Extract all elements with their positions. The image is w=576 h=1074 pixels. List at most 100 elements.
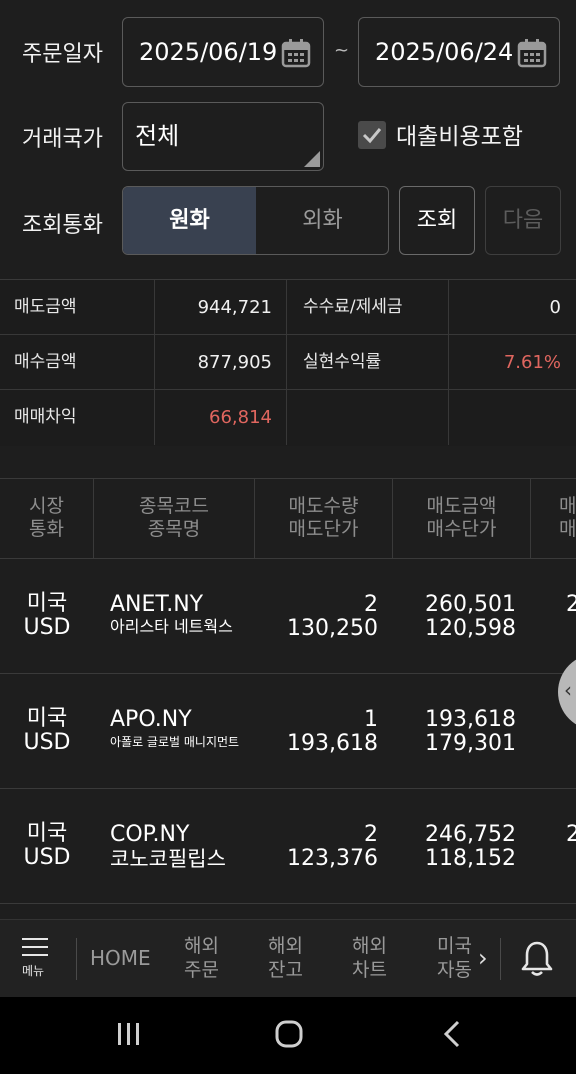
sell-amount: 193,618 bbox=[425, 707, 516, 732]
search-button[interactable]: 조회 bbox=[399, 186, 475, 255]
column-header-code[interactable]: 종목코드 종목명 bbox=[94, 479, 255, 558]
nav-divider bbox=[76, 938, 77, 980]
summary-label: 매도금액 bbox=[0, 280, 155, 335]
currency-option-foreign[interactable]: 외화 bbox=[256, 187, 388, 254]
chevron-left-icon: ‹ bbox=[564, 678, 572, 702]
summary-table: 매도금액 944,721 수수료/제세금 0 매수금액 877,905 실현수익… bbox=[0, 279, 576, 446]
stock-code: ANET.NY bbox=[110, 592, 204, 617]
code-cell: ANET.NY 아리스타 네트웍스 bbox=[110, 593, 270, 637]
summary-value: 944,721 bbox=[155, 280, 287, 335]
column-header-sell-amount[interactable]: 매도금액 매수단가 bbox=[393, 479, 531, 558]
sell-qty: 2 bbox=[364, 592, 378, 617]
amount-cell: 193,618 179,301 bbox=[392, 708, 516, 756]
buy-price: 179,301 bbox=[425, 731, 516, 756]
nav-item-us-auto[interactable]: 미국 자동 bbox=[437, 934, 472, 982]
code-cell: APO.NY 아폴로 글로벌 매니지먼트 bbox=[110, 708, 270, 752]
header-line: 매도수량 bbox=[288, 495, 359, 517]
chevron-right-icon[interactable]: › bbox=[478, 944, 488, 972]
code-cell: COP.NY 코노코필립스 bbox=[110, 822, 270, 872]
stock-name: 코노코필립스 bbox=[110, 847, 226, 871]
home-circle-icon[interactable] bbox=[274, 1019, 304, 1049]
column-header-sell-qty[interactable]: 매도수량 매도단가 bbox=[255, 479, 393, 558]
bell-icon[interactable] bbox=[520, 940, 554, 978]
calendar-icon[interactable] bbox=[281, 38, 311, 68]
menu-button[interactable]: 메뉴 bbox=[22, 938, 56, 984]
table-row[interactable]: 미국 USD APO.NY 아폴로 글로벌 매니지먼트 1 193,618 19… bbox=[0, 674, 576, 789]
stock-code: COP.NY bbox=[110, 822, 190, 847]
nav-item-overseas-chart[interactable]: 해외 차트 bbox=[352, 934, 387, 982]
header-line: 매 bbox=[559, 518, 576, 540]
nav-item-overseas-balance[interactable]: 해외 잔고 bbox=[268, 934, 303, 982]
loan-include-checkbox[interactable] bbox=[358, 121, 386, 149]
amount-cell: 260,501 120,598 bbox=[392, 593, 516, 641]
nav-item-label: 해외 bbox=[184, 935, 219, 957]
sell-qty: 2 bbox=[364, 822, 378, 847]
system-nav-bar bbox=[0, 997, 576, 1074]
date-range-separator: ~ bbox=[334, 40, 350, 61]
table-row[interactable]: 미국 USD COP.NY 코노코필립스 2 123,376 246,752 1… bbox=[0, 789, 576, 904]
nav-item-overseas-order[interactable]: 해외 주문 bbox=[184, 934, 219, 982]
date-to-field[interactable]: 2025/06/24 bbox=[358, 17, 560, 87]
header-line: 통화 bbox=[29, 518, 64, 540]
market-cell: 미국 USD bbox=[0, 822, 94, 870]
trade-country-select[interactable]: 전체 bbox=[122, 102, 324, 171]
currency-option-krw[interactable]: 원화 bbox=[123, 187, 256, 254]
header-line: 매도금액 bbox=[426, 495, 497, 517]
resize-corner-icon bbox=[304, 151, 320, 167]
summary-row: 매도금액 944,721 수수료/제세금 0 bbox=[0, 280, 576, 335]
nav-item-label: 해외 bbox=[268, 935, 303, 957]
header-line: 종목코드 bbox=[139, 495, 209, 517]
nav-item-label: 해외 bbox=[352, 935, 387, 957]
summary-value bbox=[449, 390, 576, 445]
nav-item-label: 주문 bbox=[184, 959, 219, 981]
column-header-market[interactable]: 시장 통화 bbox=[0, 479, 94, 558]
calendar-icon[interactable] bbox=[517, 38, 547, 68]
next-button[interactable]: 다음 bbox=[485, 186, 561, 255]
header-line: 매 bbox=[559, 495, 576, 517]
date-from-value: 2025/06/19 bbox=[139, 38, 278, 66]
qty-cell: 2 130,250 bbox=[260, 593, 378, 641]
summary-label bbox=[287, 390, 449, 445]
market-cell: 미국 USD bbox=[0, 592, 94, 640]
buy-price: 118,152 bbox=[425, 846, 516, 871]
check-icon bbox=[362, 128, 382, 144]
date-from-field[interactable]: 2025/06/19 bbox=[122, 17, 324, 87]
summary-row: 매수금액 877,905 실현수익률 7.61% bbox=[0, 335, 576, 390]
column-header-more[interactable]: 매 매 bbox=[559, 479, 576, 558]
trade-table-body: 미국 USD ANET.NY 아리스타 네트웍스 2 130,250 260,5… bbox=[0, 559, 576, 919]
recent-apps-icon[interactable] bbox=[114, 1019, 144, 1049]
more-cell: 2 bbox=[566, 592, 576, 617]
hamburger-menu-icon bbox=[22, 938, 48, 940]
summary-label: 매수금액 bbox=[0, 335, 155, 390]
nav-item-label: 차트 bbox=[352, 959, 387, 981]
order-date-label: 주문일자 bbox=[22, 42, 103, 67]
summary-label: 실현수익률 bbox=[287, 335, 449, 390]
summary-value: 877,905 bbox=[155, 335, 287, 390]
stock-code: APO.NY bbox=[110, 707, 192, 732]
market-text: 미국 bbox=[26, 821, 68, 846]
back-icon[interactable] bbox=[438, 1019, 468, 1049]
sell-amount: 246,752 bbox=[425, 822, 516, 847]
sell-amount: 260,501 bbox=[425, 592, 516, 617]
amount-cell: 246,752 118,152 bbox=[392, 823, 516, 871]
currency-text: USD bbox=[23, 730, 71, 755]
sell-price: 123,376 bbox=[287, 846, 378, 871]
header-line: 매수단가 bbox=[426, 518, 497, 540]
currency-toggle[interactable]: 원화 외화 bbox=[122, 186, 389, 255]
summary-label: 매매차익 bbox=[0, 390, 155, 445]
qty-cell: 2 123,376 bbox=[260, 823, 378, 871]
nav-item-label: 미국 bbox=[437, 935, 472, 957]
nav-divider bbox=[500, 938, 501, 980]
trade-country-value: 전체 bbox=[135, 122, 180, 150]
stock-name: 아폴로 글로벌 매니지먼트 bbox=[110, 735, 240, 749]
bottom-nav: 메뉴 HOME 해외 주문 해외 잔고 해외 차트 미국 자동 › bbox=[0, 919, 576, 997]
summary-value: 0 bbox=[549, 297, 561, 318]
menu-label: 메뉴 bbox=[22, 964, 45, 978]
summary-label: 수수료/제세금 bbox=[287, 280, 449, 335]
nav-home[interactable]: HOME bbox=[90, 946, 151, 970]
table-row[interactable]: 미국 USD ANET.NY 아리스타 네트웍스 2 130,250 260,5… bbox=[0, 559, 576, 674]
loan-include-label[interactable]: 대출비용포함 bbox=[396, 117, 523, 151]
currency-text: USD bbox=[23, 615, 71, 640]
currency-text: USD bbox=[23, 845, 71, 870]
market-text: 미국 bbox=[26, 706, 68, 731]
